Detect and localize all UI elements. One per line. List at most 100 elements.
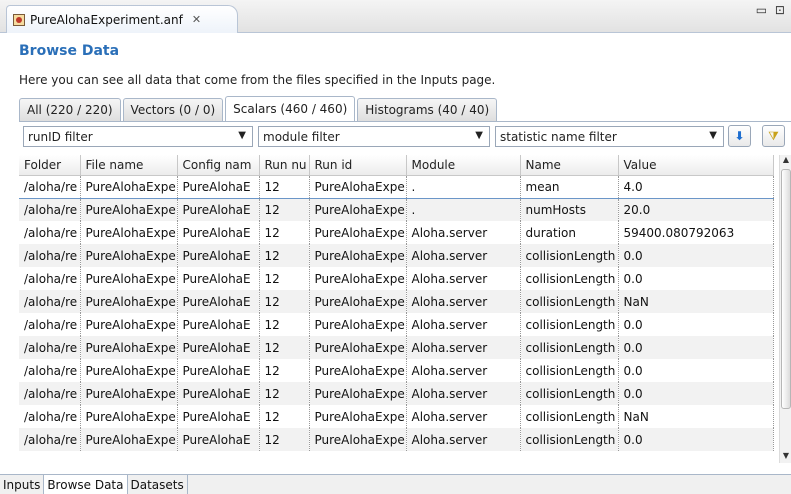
scroll-up-icon[interactable]: ▲ [780, 155, 791, 167]
table-row[interactable]: /aloha/re PureAlohaExpe PureAlohaE 12 PureAl… [19, 221, 774, 244]
value-cell: NaN [618, 405, 774, 428]
folder-cell: /aloha/re [19, 244, 81, 267]
run-number-cell: 12 [259, 359, 310, 382]
arrow-down-icon: ⬇ [734, 129, 745, 143]
value-cell: 0.0 [618, 267, 774, 290]
config-name-cell: PureAlohaE [177, 290, 260, 313]
run-id-cell: PureAlohaExpe [309, 221, 407, 244]
column-header-name[interactable]: Name [520, 155, 619, 176]
run-id-cell: PureAlohaExpe [309, 313, 407, 336]
chevron-down-icon[interactable]: ▼ [709, 130, 717, 141]
table-row[interactable]: /aloha/re PureAlohaExpe PureAlohaE 12 PureAl… [19, 382, 774, 405]
column-header-file-name[interactable]: File name [80, 155, 178, 176]
data-type-tabs: All (220 / 220) Vectors (0 / 0) Scalars … [19, 96, 499, 121]
name-cell: collisionLength [520, 267, 619, 290]
run-number-cell: 12 [259, 313, 310, 336]
table-row[interactable]: /aloha/re PureAlohaExpe PureAlohaE 12 PureAl… [19, 244, 774, 267]
folder-cell: /aloha/re [19, 267, 81, 290]
file-name-cell: PureAlohaExpe [80, 244, 178, 267]
file-name-cell: PureAlohaExpe [80, 175, 178, 199]
table-row[interactable]: /aloha/re PureAlohaExpe PureAlohaE 12 PureAl… [19, 290, 774, 313]
close-icon[interactable]: ✕ [192, 13, 201, 26]
table-row[interactable]: /aloha/re PureAlohaExpe PureAlohaE 12 PureAl… [19, 313, 774, 336]
table-row[interactable]: /aloha/re PureAlohaExpe PureAlohaE 12 PureAl… [19, 198, 774, 221]
run-id-cell: PureAlohaExpe [309, 175, 407, 199]
run-id-cell: PureAlohaExpe [309, 359, 407, 382]
scroll-down-icon[interactable]: ▼ [780, 451, 791, 463]
name-cell: collisionLength [520, 405, 619, 428]
table-row[interactable]: /aloha/re PureAlohaExpe PureAlohaE 12 PureAl… [19, 175, 774, 199]
file-name-cell: PureAlohaExpe [80, 290, 178, 313]
table-row[interactable]: /aloha/re PureAlohaExpe PureAlohaE 12 PureAl… [19, 359, 774, 382]
clear-filter-button[interactable]: ⧩ [762, 125, 785, 147]
table-row[interactable]: /aloha/re PureAlohaExpe PureAlohaE 12 PureAl… [19, 428, 774, 451]
column-header-folder[interactable]: Folder [19, 155, 81, 176]
runid-filter-combo[interactable]: runID filter ▼ [23, 126, 253, 147]
config-name-cell: PureAlohaE [177, 175, 260, 199]
module-cell: . [406, 198, 521, 221]
column-header-config-name[interactable]: Config nam [177, 155, 260, 176]
config-name-cell: PureAlohaE [177, 336, 260, 359]
tab-inputs[interactable]: Inputs [0, 475, 45, 494]
name-cell: collisionLength [520, 290, 619, 313]
file-name-cell: PureAlohaExpe [80, 428, 178, 451]
name-cell: collisionLength [520, 313, 619, 336]
run-id-cell: PureAlohaExpe [309, 336, 407, 359]
tab-datasets[interactable]: Datasets [128, 475, 188, 494]
module-cell: Aloha.server [406, 290, 521, 313]
file-name-cell: PureAlohaExpe [80, 221, 178, 244]
module-cell: Aloha.server [406, 267, 521, 290]
value-cell: 20.0 [618, 198, 774, 221]
column-header-run-id[interactable]: Run id [309, 155, 407, 176]
config-name-cell: PureAlohaE [177, 405, 260, 428]
file-name-cell: PureAlohaExpe [80, 336, 178, 359]
module-cell: Aloha.server [406, 313, 521, 336]
name-cell: collisionLength [520, 428, 619, 451]
editor-tab-bar: PureAlohaExperiment.anf ✕ ▭ ⊡ [0, 0, 791, 33]
tab-all[interactable]: All (220 / 220) [19, 98, 121, 121]
run-number-cell: 12 [259, 290, 310, 313]
column-header-run-number[interactable]: Run nu [259, 155, 310, 176]
folder-cell: /aloha/re [19, 221, 81, 244]
module-cell: Aloha.server [406, 336, 521, 359]
module-filter-combo[interactable]: module filter ▼ [258, 126, 490, 147]
table-row[interactable]: /aloha/re PureAlohaExpe PureAlohaE 12 PureAl… [19, 267, 774, 290]
table-header: Folder File name Config nam Run nu Run i… [19, 155, 774, 176]
module-cell: . [406, 175, 521, 199]
run-number-cell: 12 [259, 336, 310, 359]
run-id-cell: PureAlohaExpe [309, 267, 407, 290]
scalars-table[interactable]: Folder File name Config nam Run nu Run i… [19, 155, 779, 468]
apply-filter-button[interactable]: ⬇ [728, 125, 751, 147]
anf-file-icon [13, 13, 25, 26]
editor-tab-title: PureAlohaExperiment.anf [30, 12, 183, 27]
run-id-cell: PureAlohaExpe [309, 198, 407, 221]
tab-histograms[interactable]: Histograms (40 / 40) [357, 98, 498, 121]
browse-data-page: Browse Data Here you can see all data th… [0, 33, 791, 474]
run-number-cell: 12 [259, 267, 310, 290]
editor-tab[interactable]: PureAlohaExperiment.anf ✕ [6, 5, 238, 33]
filter-row: runID filter ▼ module filter ▼ statistic… [23, 125, 791, 148]
column-header-value[interactable]: Value [618, 155, 774, 176]
name-cell: collisionLength [520, 336, 619, 359]
value-cell: NaN [618, 290, 774, 313]
module-cell: Aloha.server [406, 244, 521, 267]
table-row[interactable]: /aloha/re PureAlohaExpe PureAlohaE 12 PureAl… [19, 336, 774, 359]
tab-vectors[interactable]: Vectors (0 / 0) [122, 98, 224, 121]
column-header-module[interactable]: Module [406, 155, 521, 176]
chevron-down-icon[interactable]: ▼ [238, 130, 246, 141]
config-name-cell: PureAlohaE [177, 198, 260, 221]
run-number-cell: 12 [259, 244, 310, 267]
tab-scalars[interactable]: Scalars (460 / 460) [225, 96, 356, 121]
module-cell: Aloha.server [406, 359, 521, 382]
chevron-down-icon[interactable]: ▼ [475, 130, 483, 141]
folder-cell: /aloha/re [19, 290, 81, 313]
config-name-cell: PureAlohaE [177, 221, 260, 244]
scrollbar-thumb[interactable] [781, 169, 791, 409]
table-row[interactable]: /aloha/re PureAlohaExpe PureAlohaE 12 PureAl… [19, 405, 774, 428]
value-cell: 4.0 [618, 175, 774, 199]
run-id-cell: PureAlohaExpe [309, 244, 407, 267]
vertical-scrollbar[interactable]: ▲ ▼ [779, 155, 791, 463]
window-controls[interactable]: ▭ ⊡ [756, 3, 787, 17]
statistic-filter-combo[interactable]: statistic name filter ▼ [495, 126, 724, 147]
tab-browse-data[interactable]: Browse Data [44, 475, 128, 494]
